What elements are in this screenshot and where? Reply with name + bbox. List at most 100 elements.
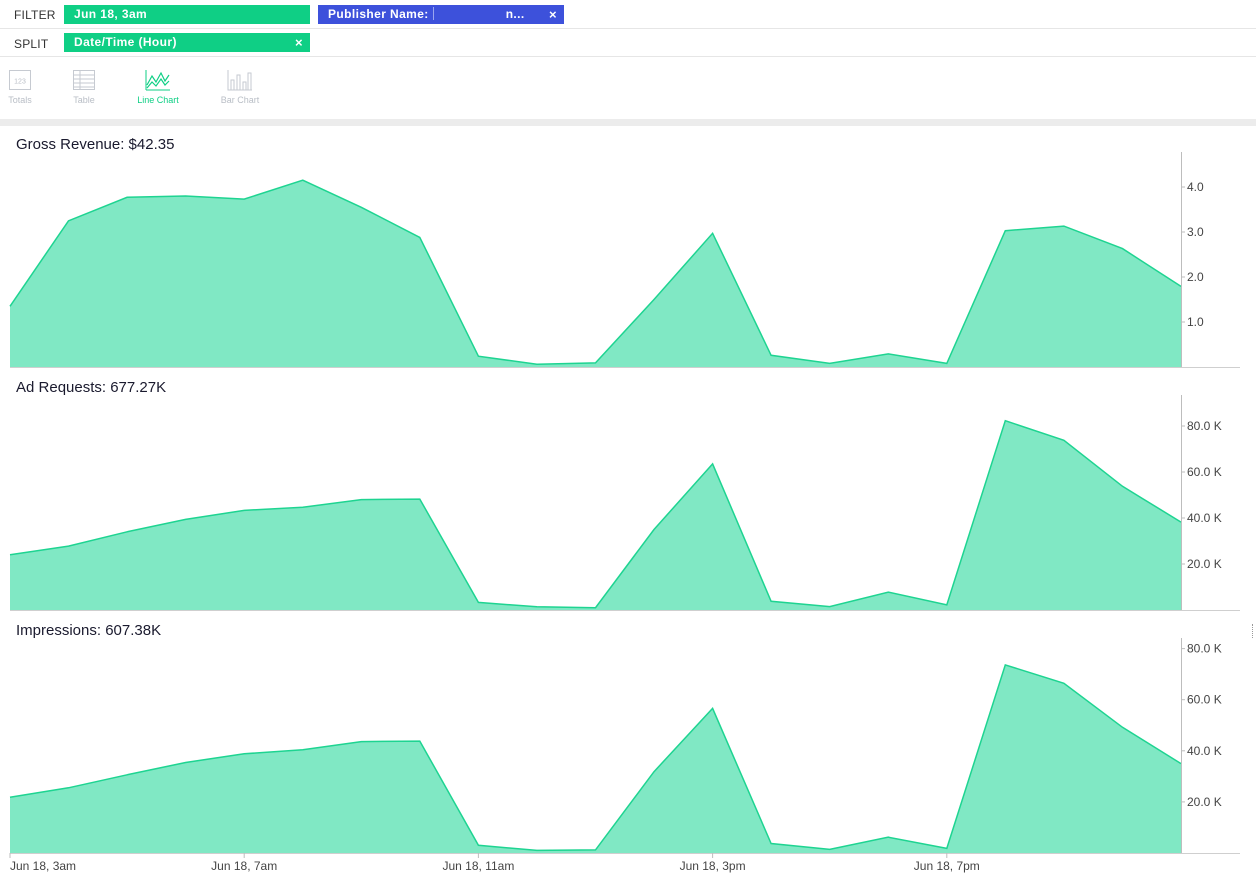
impressions-point-4[interactable] [241,751,247,757]
ad-requests-point-4[interactable] [241,507,247,513]
ad-requests-point-0[interactable] [7,552,13,558]
x-tick-label: Jun 18, 7pm [914,859,980,873]
split-label: SPLIT [14,37,49,51]
gross-revenue-point-12[interactable] [710,230,716,236]
gross-revenue-point-3[interactable] [183,193,189,199]
filter-row: FILTER Jun 18, 3am Publisher Name: n... × [0,0,1256,29]
ad-requests-point-16[interactable] [944,602,950,608]
ad-requests-point-9[interactable] [534,604,540,610]
gross-revenue-point-16[interactable] [944,360,950,366]
impressions-point-14[interactable] [827,846,833,852]
gross-revenue-point-7[interactable] [417,234,423,240]
visualization-selector: 123 Totals Table Line Chart Bar Chart [0,57,1256,119]
impressions-point-10[interactable] [593,847,599,853]
impressions-point-12[interactable] [710,705,716,711]
ad-requests-y-tick-label: 60.0 K [1187,465,1222,479]
date-filter-pill-label: Jun 18, 3am [74,7,148,21]
ad-requests-point-1[interactable] [66,543,72,549]
impressions-point-8[interactable] [475,842,481,848]
ad-requests-y-tick-label: 20.0 K [1187,557,1222,571]
gross-revenue-y-tick-label: 4.0 [1187,180,1204,194]
ad-requests-point-15[interactable] [885,589,891,595]
ad-requests-point-8[interactable] [475,599,481,605]
impressions-y-tick-label: 60.0 K [1187,693,1222,707]
impressions-point-1[interactable] [66,785,72,791]
impressions-point-13[interactable] [768,841,774,847]
gross-revenue-point-8[interactable] [475,353,481,359]
ad-requests-y-tick-label: 40.0 K [1187,511,1222,525]
gross-revenue-point-13[interactable] [768,352,774,358]
impressions-point-15[interactable] [885,834,891,840]
gross-revenue-y-tick-label: 2.0 [1187,270,1204,284]
gross-revenue-point-11[interactable] [651,297,657,303]
redacted-value [432,7,504,20]
line-chart-icon [145,70,170,91]
split-pill-label: Date/Time (Hour) [74,35,177,49]
impressions-point-2[interactable] [124,772,130,778]
gross-revenue-point-2[interactable] [124,194,130,200]
impressions-area [10,664,1181,853]
viz-bar-chart-label: Bar Chart [220,95,260,105]
ad-requests-point-18[interactable] [1061,437,1067,443]
gross-revenue-point-4[interactable] [241,196,247,202]
ad-requests-point-6[interactable] [358,497,364,503]
viz-bar-chart-button[interactable]: Bar Chart [210,69,270,115]
publisher-filter-pill[interactable]: Publisher Name: n... × [318,5,564,24]
impressions-point-6[interactable] [358,739,364,745]
impressions-point-3[interactable] [183,760,189,766]
gross-revenue-point-9[interactable] [534,361,540,367]
gross-revenue-point-18[interactable] [1061,223,1067,229]
gross-revenue-point-6[interactable] [358,204,364,210]
viz-table-button[interactable]: Table [54,69,114,115]
ad-requests-point-19[interactable] [1120,483,1126,489]
bar-chart-icon [227,70,252,91]
gross-revenue-point-19[interactable] [1120,246,1126,252]
gross-revenue-point-0[interactable] [7,303,13,309]
impressions-point-19[interactable] [1120,724,1126,730]
gross-revenue-point-1[interactable] [66,218,72,224]
ad-requests-point-14[interactable] [827,604,833,610]
impressions-point-16[interactable] [944,845,950,851]
gross-revenue-point-5[interactable] [300,177,306,183]
x-tick-label: Jun 18, 7am [211,859,277,873]
gross-revenue-point-17[interactable] [1002,228,1008,234]
ad-requests-point-10[interactable] [593,605,599,611]
line-charts-svg[interactable]: 1.0 2.0 3.0 4.0 20.0 K 40.0 K 60.0 K 80.0 K 20.0… [0,126,1256,883]
gross-revenue-point-15[interactable] [885,351,891,357]
remove-publisher-filter-icon[interactable]: × [549,5,557,24]
ad-requests-point-11[interactable] [651,527,657,533]
impressions-point-17[interactable] [1002,662,1008,668]
viz-totals-label: Totals [8,95,32,105]
ad-requests-point-2[interactable] [124,529,130,535]
split-pill[interactable]: Date/Time (Hour) × [64,33,310,52]
viz-line-chart-label: Line Chart [137,95,179,105]
impressions-point-9[interactable] [534,847,540,853]
impressions-point-7[interactable] [417,738,423,744]
chart-area: Gross Revenue: $42.35 Ad Requests: 677.2… [0,126,1256,883]
totals-icon: 123 [9,70,31,90]
impressions-point-11[interactable] [651,769,657,775]
impressions-point-18[interactable] [1061,680,1067,686]
ad-requests-point-3[interactable] [183,516,189,522]
gross-revenue-point-10[interactable] [593,360,599,366]
ad-requests-point-12[interactable] [710,461,716,467]
ad-requests-point-13[interactable] [768,598,774,604]
viz-line-chart-button[interactable]: Line Chart [128,69,188,115]
date-filter-pill[interactable]: Jun 18, 3am [64,5,310,24]
x-tick-label: Jun 18, 3am [10,859,76,873]
viz-totals-button[interactable]: 123 Totals [0,69,50,115]
impressions-point-5[interactable] [300,747,306,753]
remove-split-icon[interactable]: × [295,33,303,52]
gross-revenue-point-14[interactable] [827,360,833,366]
ad-requests-area [10,420,1181,610]
ad-requests-point-7[interactable] [417,496,423,502]
impressions-y-tick-label: 20.0 K [1187,795,1222,809]
publisher-filter-pill-prefix: Publisher Name: [328,7,429,21]
ad-requests-point-17[interactable] [1002,418,1008,424]
ad-requests-point-5[interactable] [300,504,306,510]
section-divider [0,119,1256,126]
impressions-point-0[interactable] [7,794,13,800]
resize-handle[interactable] [1252,624,1256,638]
x-tick-label: Jun 18, 11am [442,859,514,873]
gross-revenue-y-tick-label: 3.0 [1187,225,1204,239]
